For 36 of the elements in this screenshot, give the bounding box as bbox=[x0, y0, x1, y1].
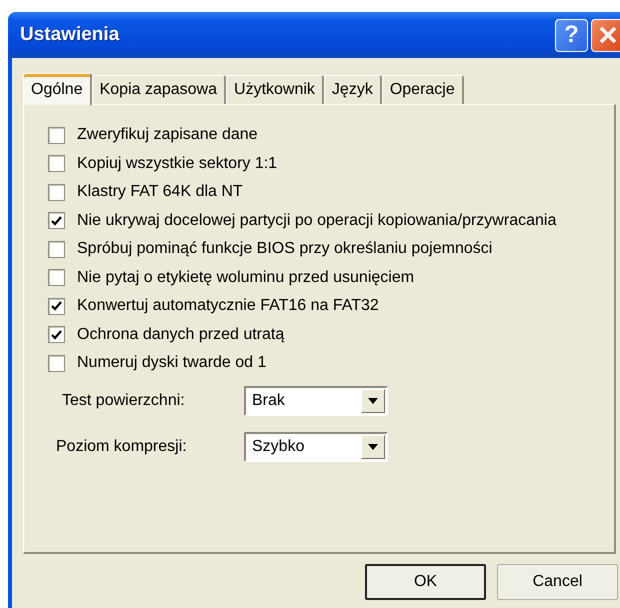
check-icon bbox=[51, 301, 62, 312]
tab[interactable]: Użytkownik bbox=[226, 75, 324, 104]
checkbox-label: Kopiuj wszystkie sektory 1:1 bbox=[77, 154, 278, 173]
checkbox[interactable] bbox=[48, 269, 65, 286]
field-label: Poziom kompresji: bbox=[55, 438, 188, 456]
tab[interactable]: Język bbox=[324, 75, 382, 104]
checkbox-label: Nie pytaj o etykietę woluminu przed usunięciem bbox=[77, 268, 414, 287]
checkbox-label: Nie ukrywaj docelowej partycji po operacji kopiowania/przywracania bbox=[77, 212, 556, 230]
checkbox[interactable] bbox=[48, 184, 65, 201]
dropdown[interactable]: Szybko bbox=[244, 432, 388, 462]
close-icon bbox=[598, 25, 618, 45]
checkbox-label: Klastry FAT 64K dla NT bbox=[77, 183, 243, 202]
checkbox[interactable] bbox=[48, 354, 65, 372]
tab[interactable]: Operacje bbox=[382, 75, 464, 104]
checkbox-label: Numeruj dyski twarde od 1 bbox=[77, 354, 266, 372]
check-icon bbox=[51, 330, 62, 340]
checkbox-label: Spróbuj pominąć funkcje BIOS przy określaniu pojemności bbox=[77, 240, 492, 258]
checkbox-label: Ochrona danych przed utratą bbox=[77, 326, 284, 344]
cancel-button[interactable]: Cancel bbox=[497, 564, 618, 600]
tab[interactable]: Kopia zapasowa bbox=[92, 75, 226, 104]
checkbox[interactable] bbox=[48, 155, 65, 172]
checkbox-label: Konwertuj automatycznie FAT16 na FAT32 bbox=[77, 297, 379, 316]
checkbox-label: Zweryfikuj zapisane dane bbox=[77, 126, 258, 144]
ok-button[interactable]: OK bbox=[365, 564, 486, 600]
checkbox[interactable] bbox=[48, 326, 65, 344]
checkbox[interactable] bbox=[48, 240, 65, 258]
checkbox[interactable] bbox=[48, 298, 65, 315]
check-icon bbox=[51, 216, 62, 226]
help-button[interactable]: ? bbox=[555, 18, 588, 52]
checkbox[interactable] bbox=[48, 212, 65, 230]
close-button[interactable] bbox=[591, 18, 620, 52]
field-label: Test powierzchni: bbox=[61, 392, 186, 410]
tab[interactable]: Ogólne bbox=[23, 73, 92, 105]
window-title: Ustawienia bbox=[20, 24, 120, 46]
dropdown[interactable]: Brak bbox=[244, 386, 388, 416]
checkbox[interactable] bbox=[48, 126, 65, 144]
